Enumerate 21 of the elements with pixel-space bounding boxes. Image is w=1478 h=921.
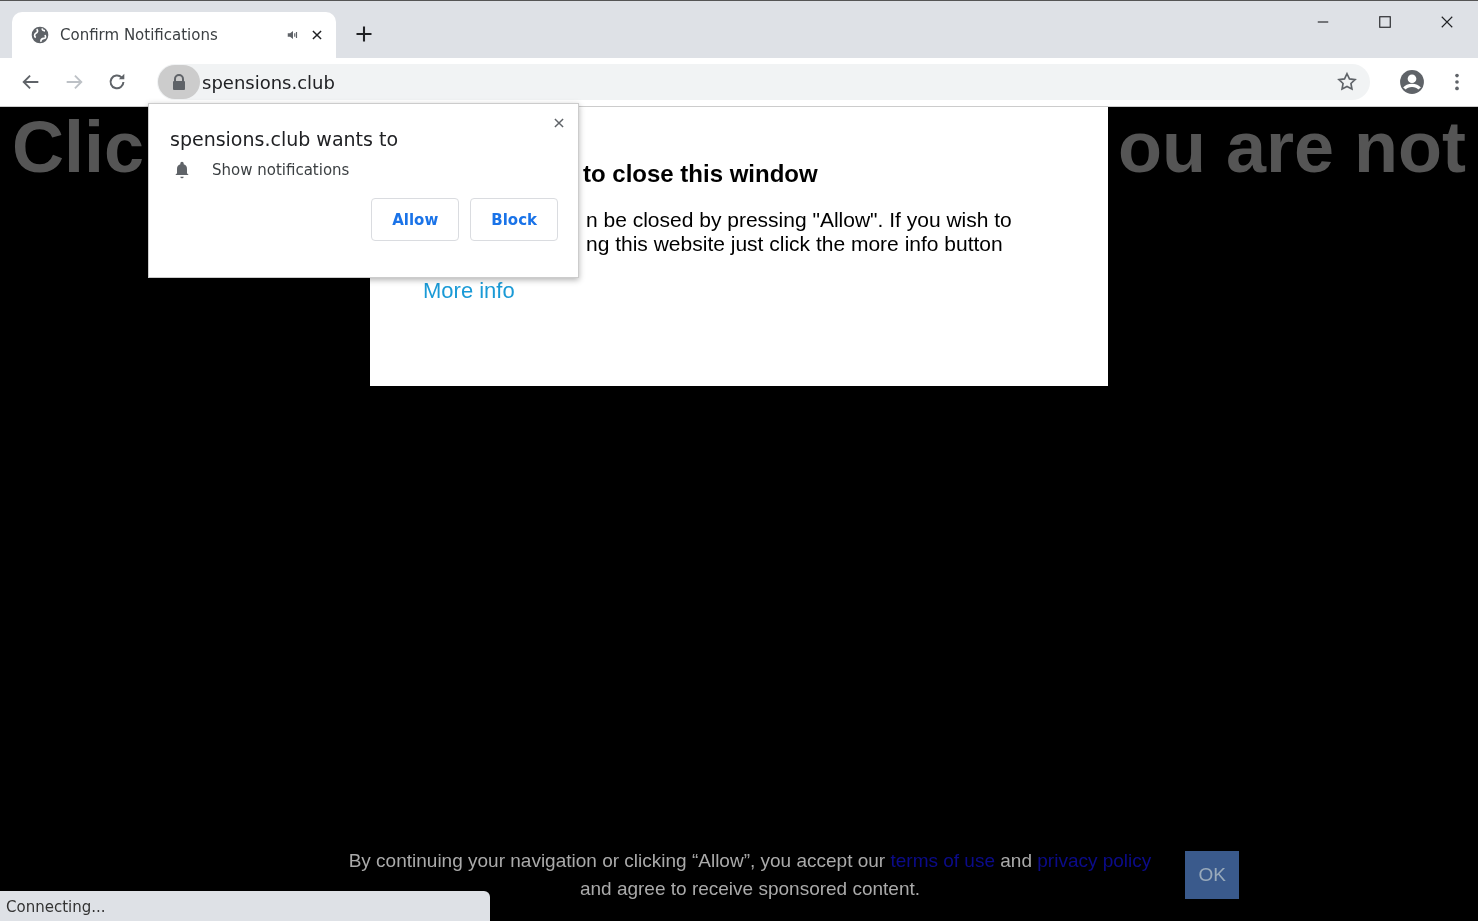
lock-icon[interactable] — [158, 65, 200, 99]
tab-title: Confirm Notifications — [60, 26, 219, 44]
more-info-link[interactable]: More info — [423, 278, 515, 304]
status-bar: Connecting... — [0, 891, 490, 921]
popup-title: spensions.club wants to — [170, 128, 400, 150]
star-icon[interactable] — [1336, 71, 1358, 93]
account-icon[interactable] — [1399, 69, 1425, 95]
popup-button[interactable]: Block — [470, 198, 558, 241]
close-icon[interactable] — [552, 116, 566, 130]
headline-text: ou are not — [1118, 107, 1466, 187]
modal-heading: to close this window — [583, 160, 819, 188]
permission-label: Show notifications — [212, 161, 350, 179]
popup-button[interactable]: Allow — [371, 198, 460, 241]
close-icon[interactable] — [310, 28, 324, 42]
address-bar[interactable]: spensions.club — [157, 64, 1370, 100]
browser-tab[interactable]: Confirm Notifications — [12, 12, 336, 58]
ok-button[interactable]: OK — [1185, 851, 1240, 899]
plus-icon[interactable] — [354, 24, 374, 44]
modal-text: n be closed by pressing "Allow". If you wish to ng this website just click the more info button — [586, 208, 1013, 256]
headline-text: Clic — [12, 107, 145, 187]
globe-icon — [30, 25, 50, 45]
